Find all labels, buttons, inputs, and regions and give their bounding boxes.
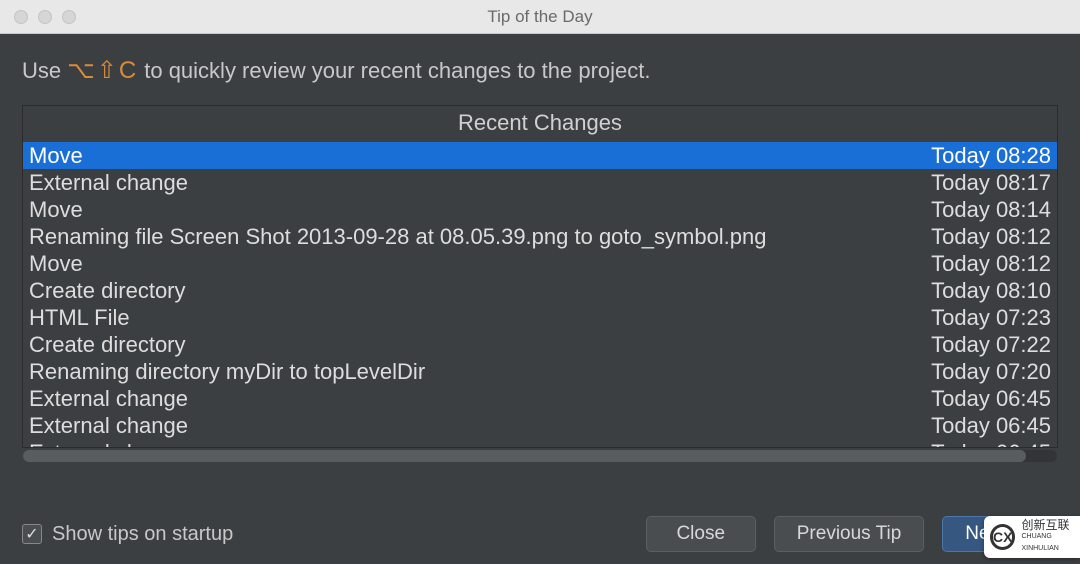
list-item[interactable]: Move Today 08:14: [23, 196, 1057, 223]
previous-tip-button[interactable]: Previous Tip: [774, 516, 925, 552]
list-item-label: External change: [29, 169, 188, 196]
watermark-line2: CHUANG XINHULIAN: [1021, 531, 1080, 555]
dialog-content: Use ⌥⇧C to quickly review your recent ch…: [0, 34, 1080, 472]
scrollbar-thumb[interactable]: [23, 450, 1026, 462]
watermark-text: 创新互联 CHUANG XINHULIAN: [1021, 519, 1080, 555]
show-tips-checkbox[interactable]: ✓ Show tips on startup: [22, 523, 233, 546]
list-item-label: Move: [29, 250, 83, 277]
list-item[interactable]: External change Today 06:45: [23, 385, 1057, 412]
list-item-label: Create directory: [29, 331, 186, 358]
recent-changes-list-viewport: Move Today 08:28 External change Today 08:1…: [23, 142, 1057, 447]
show-tips-label: Show tips on startup: [52, 523, 233, 546]
list-item-time: Today 07:20: [911, 358, 1051, 385]
list-item[interactable]: External change Today 08:17: [23, 169, 1057, 196]
list-item-label: HTML File: [29, 304, 130, 331]
list-item[interactable]: Move Today 08:12: [23, 250, 1057, 277]
titlebar: Tip of the Day: [0, 0, 1080, 34]
list-item-time: Today 08:12: [911, 250, 1051, 277]
list-item[interactable]: Create directory Today 07:22: [23, 331, 1057, 358]
list-item-time: Today 08:14: [911, 196, 1051, 223]
list-item-time: Today 07:22: [911, 331, 1051, 358]
list-item[interactable]: External change Today 06:45: [23, 412, 1057, 439]
recent-changes-panel: Recent Changes MoveToday 08:28External c…: [22, 105, 1058, 448]
list-item[interactable]: Renaming file Screen Shot 2013-09-28 at …: [23, 223, 1057, 250]
list-item-time: Today 06:45: [911, 385, 1051, 412]
checkbox-icon[interactable]: ✓: [22, 524, 42, 544]
list-item-label: External change: [29, 412, 188, 439]
list-item[interactable]: Move Today 08:28: [23, 142, 1057, 169]
list-item[interactable]: External change Today 06:45: [23, 439, 1057, 447]
list-item-time: Today 08:12: [911, 223, 1051, 250]
watermark-icon: CX: [990, 524, 1015, 550]
list-item-time: Today 07:23: [911, 304, 1051, 331]
list-item-time: Today 08:17: [911, 169, 1051, 196]
list-item-time: Today 06:45: [911, 412, 1051, 439]
list-item-time: Today 06:45: [911, 439, 1051, 447]
tip-prefix: Use: [22, 58, 61, 84]
list-item-label: Renaming directory myDir to topLevelDir: [29, 358, 425, 385]
list-item[interactable]: Create directory Today 08:10: [23, 277, 1057, 304]
horizontal-scrollbar[interactable]: [23, 450, 1057, 462]
watermark-line1: 创新互联: [1021, 519, 1080, 531]
tip-suffix: to quickly review your recent changes to…: [144, 58, 650, 84]
window-title: Tip of the Day: [0, 7, 1080, 27]
dialog-footer: ✓ Show tips on startup Close Previous Ti…: [0, 504, 1080, 564]
list-item-label: Move: [29, 142, 83, 169]
list-item-label: External change: [29, 439, 188, 447]
panel-title: Recent Changes: [23, 106, 1057, 142]
close-button[interactable]: Close: [646, 516, 756, 552]
list-item-label: Renaming file Screen Shot 2013-09-28 at …: [29, 223, 767, 250]
list-item-time: Today 08:10: [911, 277, 1051, 304]
watermark-badge: CX 创新互联 CHUANG XINHULIAN: [984, 516, 1080, 558]
shortcut-icon: ⌥⇧C: [67, 56, 138, 85]
list-item-label: Move: [29, 196, 83, 223]
recent-changes-list[interactable]: Move Today 08:28 External change Today 08:1…: [23, 142, 1057, 447]
list-item[interactable]: Renaming directory myDir to topLevelDir T…: [23, 358, 1057, 385]
list-item-time: Today 08:28: [911, 142, 1051, 169]
list-item-label: Create directory: [29, 277, 186, 304]
list-item[interactable]: HTML File Today 07:23: [23, 304, 1057, 331]
tip-text: Use ⌥⇧C to quickly review your recent ch…: [22, 56, 1058, 85]
list-item-label: External change: [29, 385, 188, 412]
